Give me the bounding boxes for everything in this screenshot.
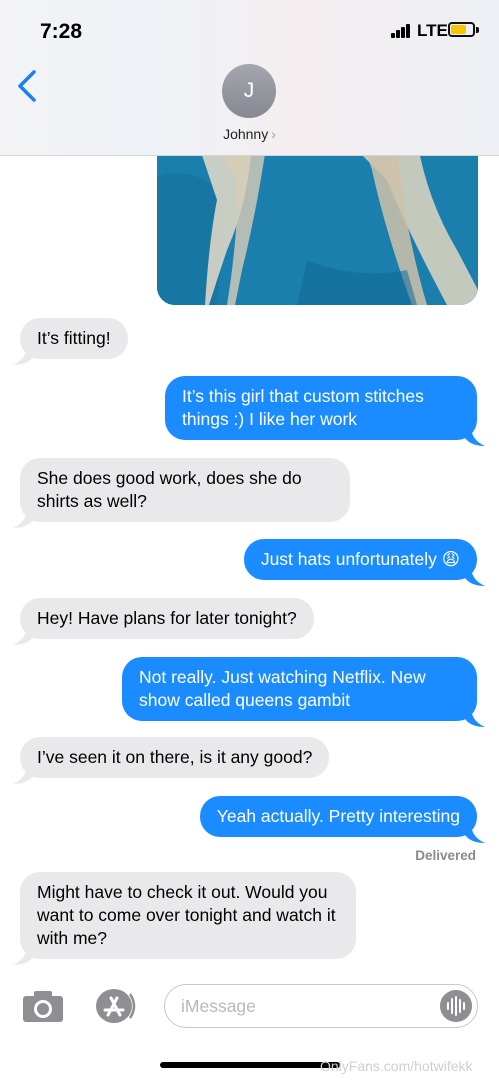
chevron-left-icon[interactable]	[16, 70, 38, 102]
app-store-icon[interactable]	[94, 988, 138, 1024]
chevron-right-icon: ›	[271, 126, 276, 142]
bubble-tail	[465, 707, 485, 727]
bubble-tail	[13, 625, 33, 645]
camera-icon[interactable]	[22, 990, 64, 1023]
contact-avatar[interactable]: J	[222, 64, 276, 118]
message-bubble-incoming[interactable]: She does good work, does she do shirts a…	[20, 458, 350, 522]
conversation-header: 7:28 LTE J Johnny ›	[0, 0, 499, 156]
bubble-tail	[13, 345, 33, 365]
message-bubble-incoming[interactable]: Hey! Have plans for later tonight?	[20, 598, 314, 639]
bubble-tail	[13, 508, 33, 528]
imessage-input[interactable]: iMessage	[164, 984, 478, 1028]
message-bubble-incoming[interactable]: Might have to check it out. Would you wa…	[20, 872, 356, 959]
bubble-tail	[465, 566, 485, 586]
message-bubble-outgoing[interactable]: It’s this girl that custom stitches thin…	[165, 376, 477, 440]
watermark: OnlyFans.com/hotwifekk	[320, 1058, 473, 1074]
bubble-tail	[13, 945, 33, 965]
delivered-status: Delivered	[415, 848, 476, 863]
network-type: LTE	[417, 21, 448, 40]
message-bubble-incoming[interactable]: I’ve seen it on there, is it any good?	[20, 737, 330, 778]
cellular-signal-icon	[391, 24, 411, 38]
message-bubble-incoming[interactable]: It’s fitting!	[20, 318, 128, 359]
message-bubble-outgoing[interactable]: Just hats unfortunately 😩	[243, 539, 477, 580]
bubble-tail	[465, 426, 485, 446]
imessage-placeholder: iMessage	[181, 996, 256, 1016]
contact-name: Johnny	[223, 126, 269, 142]
photo-attachment[interactable]	[157, 140, 478, 305]
message-bubble-outgoing[interactable]: Yeah actually. Pretty interesting	[199, 796, 477, 837]
home-indicator[interactable]	[160, 1062, 340, 1068]
photo-image	[157, 140, 478, 305]
message-bubble-outgoing[interactable]: Not really. Just watching Netflix. New s…	[122, 657, 477, 721]
battery-icon	[448, 22, 475, 37]
contact-name-button[interactable]: Johnny ›	[0, 126, 499, 142]
bubble-tail	[465, 823, 485, 843]
status-time: 7:28	[40, 20, 83, 43]
bubble-tail	[13, 764, 33, 784]
audio-waveform-icon[interactable]	[440, 990, 472, 1022]
